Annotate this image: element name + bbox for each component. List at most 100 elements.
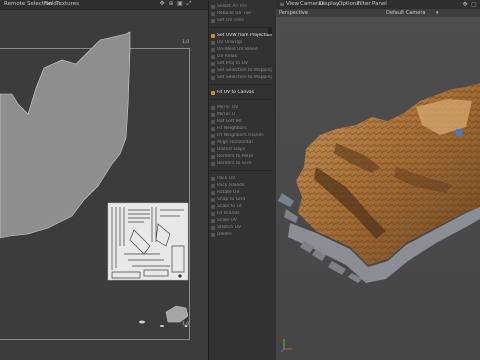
command-icon	[211, 127, 215, 131]
command-label: Rot Left 90	[217, 119, 242, 124]
command-icon	[211, 113, 215, 117]
command-item-4[interactable]: Set UVW from Projection	[210, 33, 272, 39]
command-item-23[interactable]: Rotate UV	[210, 190, 272, 196]
command-label: Align Horizontal	[217, 140, 253, 145]
command-icon	[211, 48, 215, 52]
command-icon	[211, 198, 215, 202]
command-label: Fit Neighbors	[217, 126, 247, 131]
command-icon	[211, 233, 215, 237]
command-label: Select All Tris	[217, 4, 247, 9]
uv-command-list: Select All Tris Rebuild UV Tile Set UV Til…	[208, 0, 275, 360]
command-label: Set UV Tiles	[217, 18, 244, 23]
command-label: Scale to Fit	[217, 204, 242, 209]
command-icon	[211, 184, 215, 188]
command-icon	[211, 106, 215, 110]
command-icon	[211, 212, 215, 216]
command-label: Pack UV	[217, 176, 236, 181]
camera-label[interactable]: Default Camera	[386, 9, 425, 17]
command-label: Mirror UV	[217, 105, 239, 110]
command-icon	[211, 5, 215, 9]
command-item-29[interactable]: Delete	[210, 232, 272, 238]
menu-view[interactable]: View	[286, 0, 299, 9]
perspective-viewport[interactable]	[276, 17, 480, 360]
command-item-7[interactable]: UV Relax	[210, 54, 272, 60]
selection-marker	[456, 129, 462, 136]
command-icon	[211, 219, 215, 223]
menu-panel[interactable]: Panel	[372, 0, 387, 9]
viewport-header: Perspective Default Camera ▾	[276, 9, 480, 17]
command-label: Un-Weld UV Bleed	[217, 47, 258, 52]
command-label: Set Selection to Mapping	[217, 75, 272, 80]
command-item-14[interactable]: Rot Left 90	[210, 119, 272, 125]
command-list-scrollbar[interactable]	[268, 28, 272, 34]
camera-chevron-icon[interactable]: ▾	[436, 9, 439, 17]
navigate-icon[interactable]: ✥	[462, 2, 468, 8]
command-separator	[210, 170, 272, 171]
command-icon	[211, 155, 215, 159]
command-label: Rebuild UV Tile	[217, 11, 251, 16]
command-item-6[interactable]: Un-Weld UV Bleed	[210, 47, 272, 53]
command-item-12[interactable]: Mirror UV	[210, 105, 272, 111]
command-label: UV Relax	[217, 54, 238, 59]
command-label: Stretch UV	[217, 225, 242, 230]
menu-field[interactable]: Field	[44, 0, 57, 9]
uv-viewport[interactable]: 1,0 1,0	[0, 10, 208, 360]
terrain-model	[278, 83, 480, 353]
command-label: Distort Gaps	[217, 147, 246, 152]
command-label: Pack Islands	[217, 183, 245, 188]
axis-gizmo	[280, 339, 292, 353]
viewport-menubar: ≡ View Cameras Display Options Filter Pa…	[276, 0, 480, 9]
command-icon	[211, 205, 215, 209]
expand-icon[interactable]: ⤢	[186, 1, 192, 7]
command-separator	[210, 99, 272, 100]
command-item-8[interactable]: Set Proj to UV	[210, 61, 272, 67]
menu-filter[interactable]: Filter	[357, 0, 371, 9]
command-item-1[interactable]: Select All Tris	[210, 4, 272, 10]
command-icon	[211, 69, 215, 73]
command-item-13[interactable]: Mirror U	[210, 112, 272, 118]
command-label: Fit Neighbors Islands	[217, 133, 264, 138]
command-item-9[interactable]: Set Selection to Mapping	[210, 68, 272, 74]
uv-editor-panel: Remote Selection Field Textures ✥ ⊕ ▣ ⤢ …	[0, 0, 208, 360]
command-icon	[211, 162, 215, 166]
command-icon	[211, 226, 215, 230]
command-item-5[interactable]: UV Unwrap	[210, 40, 272, 46]
command-item-22[interactable]: Pack Islands	[210, 183, 272, 189]
menu-display[interactable]: Display	[319, 0, 339, 9]
command-item-21[interactable]: Pack UV	[210, 176, 272, 182]
command-item-3[interactable]: Set UV Tiles	[210, 18, 272, 24]
command-label: Fit UV to Canvas	[217, 90, 254, 95]
maximize-icon[interactable]: ▢	[471, 2, 477, 8]
command-item-19[interactable]: Borders to Polys	[210, 154, 272, 160]
command-label: UV Unwrap	[217, 40, 243, 45]
command-label: Set Proj to UV	[217, 61, 248, 66]
view-name-label: Perspective	[279, 10, 308, 16]
command-item-15[interactable]: Fit Neighbors	[210, 126, 272, 132]
command-item-17[interactable]: Align Horizontal	[210, 140, 272, 146]
command-separator	[210, 84, 272, 85]
command-icon	[211, 55, 215, 59]
command-label: Borders to Polys	[217, 154, 254, 159]
command-label: Set UVW from Projection	[217, 33, 272, 38]
frame-icon[interactable]: ▣	[177, 1, 183, 7]
command-item-11[interactable]: Fit UV to Canvas	[210, 90, 272, 96]
menu-textures[interactable]: Textures	[56, 0, 79, 9]
move-icon[interactable]: ✥	[159, 1, 165, 7]
command-item-2[interactable]: Rebuild UV Tile	[210, 11, 272, 17]
panel-menu-icon[interactable]: ≡	[279, 2, 285, 8]
command-item-10[interactable]: Set Selection to Mapping	[210, 75, 272, 81]
uv-menubar: Remote Selection Field Textures ✥ ⊕ ▣ ⤢	[0, 0, 208, 10]
command-item-28[interactable]: Stretch UV	[210, 225, 272, 231]
command-item-18[interactable]: Distort Gaps	[210, 147, 272, 153]
zoom-icon[interactable]: ⊕	[168, 1, 174, 7]
command-icon	[211, 19, 215, 23]
command-item-25[interactable]: Scale to Fit	[210, 204, 272, 210]
uv-islands	[0, 31, 189, 327]
command-label: Mirror U	[217, 112, 235, 117]
command-icon	[211, 62, 215, 66]
command-item-16[interactable]: Fit Neighbors Islands	[210, 133, 272, 139]
command-item-24[interactable]: Snap to Grid	[210, 197, 272, 203]
command-item-27[interactable]: Scale UV	[210, 218, 272, 224]
command-item-26[interactable]: Fit Islands	[210, 211, 272, 217]
command-item-20[interactable]: Borders to Grid	[210, 161, 272, 167]
